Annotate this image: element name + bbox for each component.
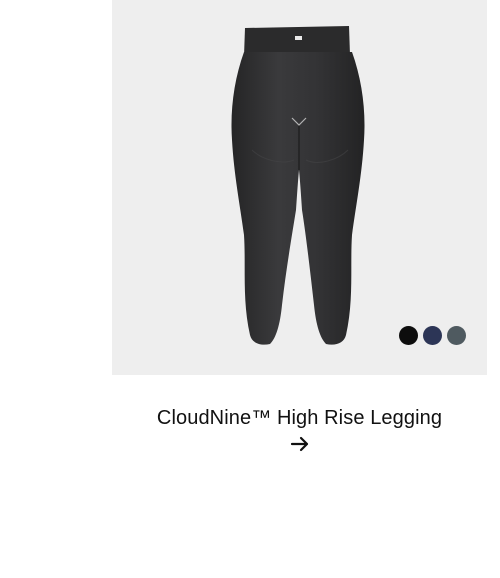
product-image-area[interactable] [112,0,487,375]
leggings-product-image [231,26,365,345]
product-title[interactable]: CloudNine™ High Rise Legging [112,407,487,430]
color-swatches [399,326,466,345]
swatch-black[interactable] [399,326,418,345]
arrow-right-icon [290,436,308,452]
view-product-link[interactable] [112,436,487,452]
swatch-navy[interactable] [423,326,442,345]
swatch-slate[interactable] [447,326,466,345]
product-card[interactable]: CloudNine™ High Rise Legging [112,0,487,452]
